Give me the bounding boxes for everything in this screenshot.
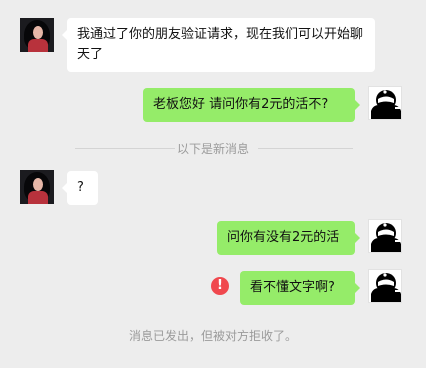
helmet-icon [371, 90, 401, 119]
message-received-2[interactable]: ? [62, 171, 98, 205]
my-avatar[interactable] [368, 219, 402, 253]
divider-line-right [258, 148, 353, 149]
avatar-face [33, 178, 43, 191]
rejected-notice: 消息已发出，但被对方拒收了。 [128, 329, 297, 343]
avatar-dress [28, 39, 48, 52]
new-messages-divider: 以下是新消息 [176, 142, 249, 156]
helmet-icon [371, 223, 401, 252]
my-avatar[interactable] [368, 86, 402, 120]
contact-avatar[interactable] [20, 170, 54, 204]
helmet-icon [371, 273, 401, 302]
avatar-face [33, 26, 43, 39]
my-avatar[interactable] [368, 269, 402, 303]
message-sent-3[interactable]: 看不懂文字啊? [240, 271, 360, 305]
exclamation-circle-icon[interactable]: ! [211, 277, 229, 295]
message-received-1[interactable]: 我通过了你的朋友验证请求，现在我们可以开始聊天了 [62, 18, 375, 72]
message-sent-2[interactable]: 问你有没有2元的活 [217, 221, 360, 255]
message-sent-1[interactable]: 老板您好 请问你有2元的活不? [143, 88, 360, 122]
contact-avatar[interactable] [20, 18, 54, 52]
avatar-dress [28, 191, 48, 204]
